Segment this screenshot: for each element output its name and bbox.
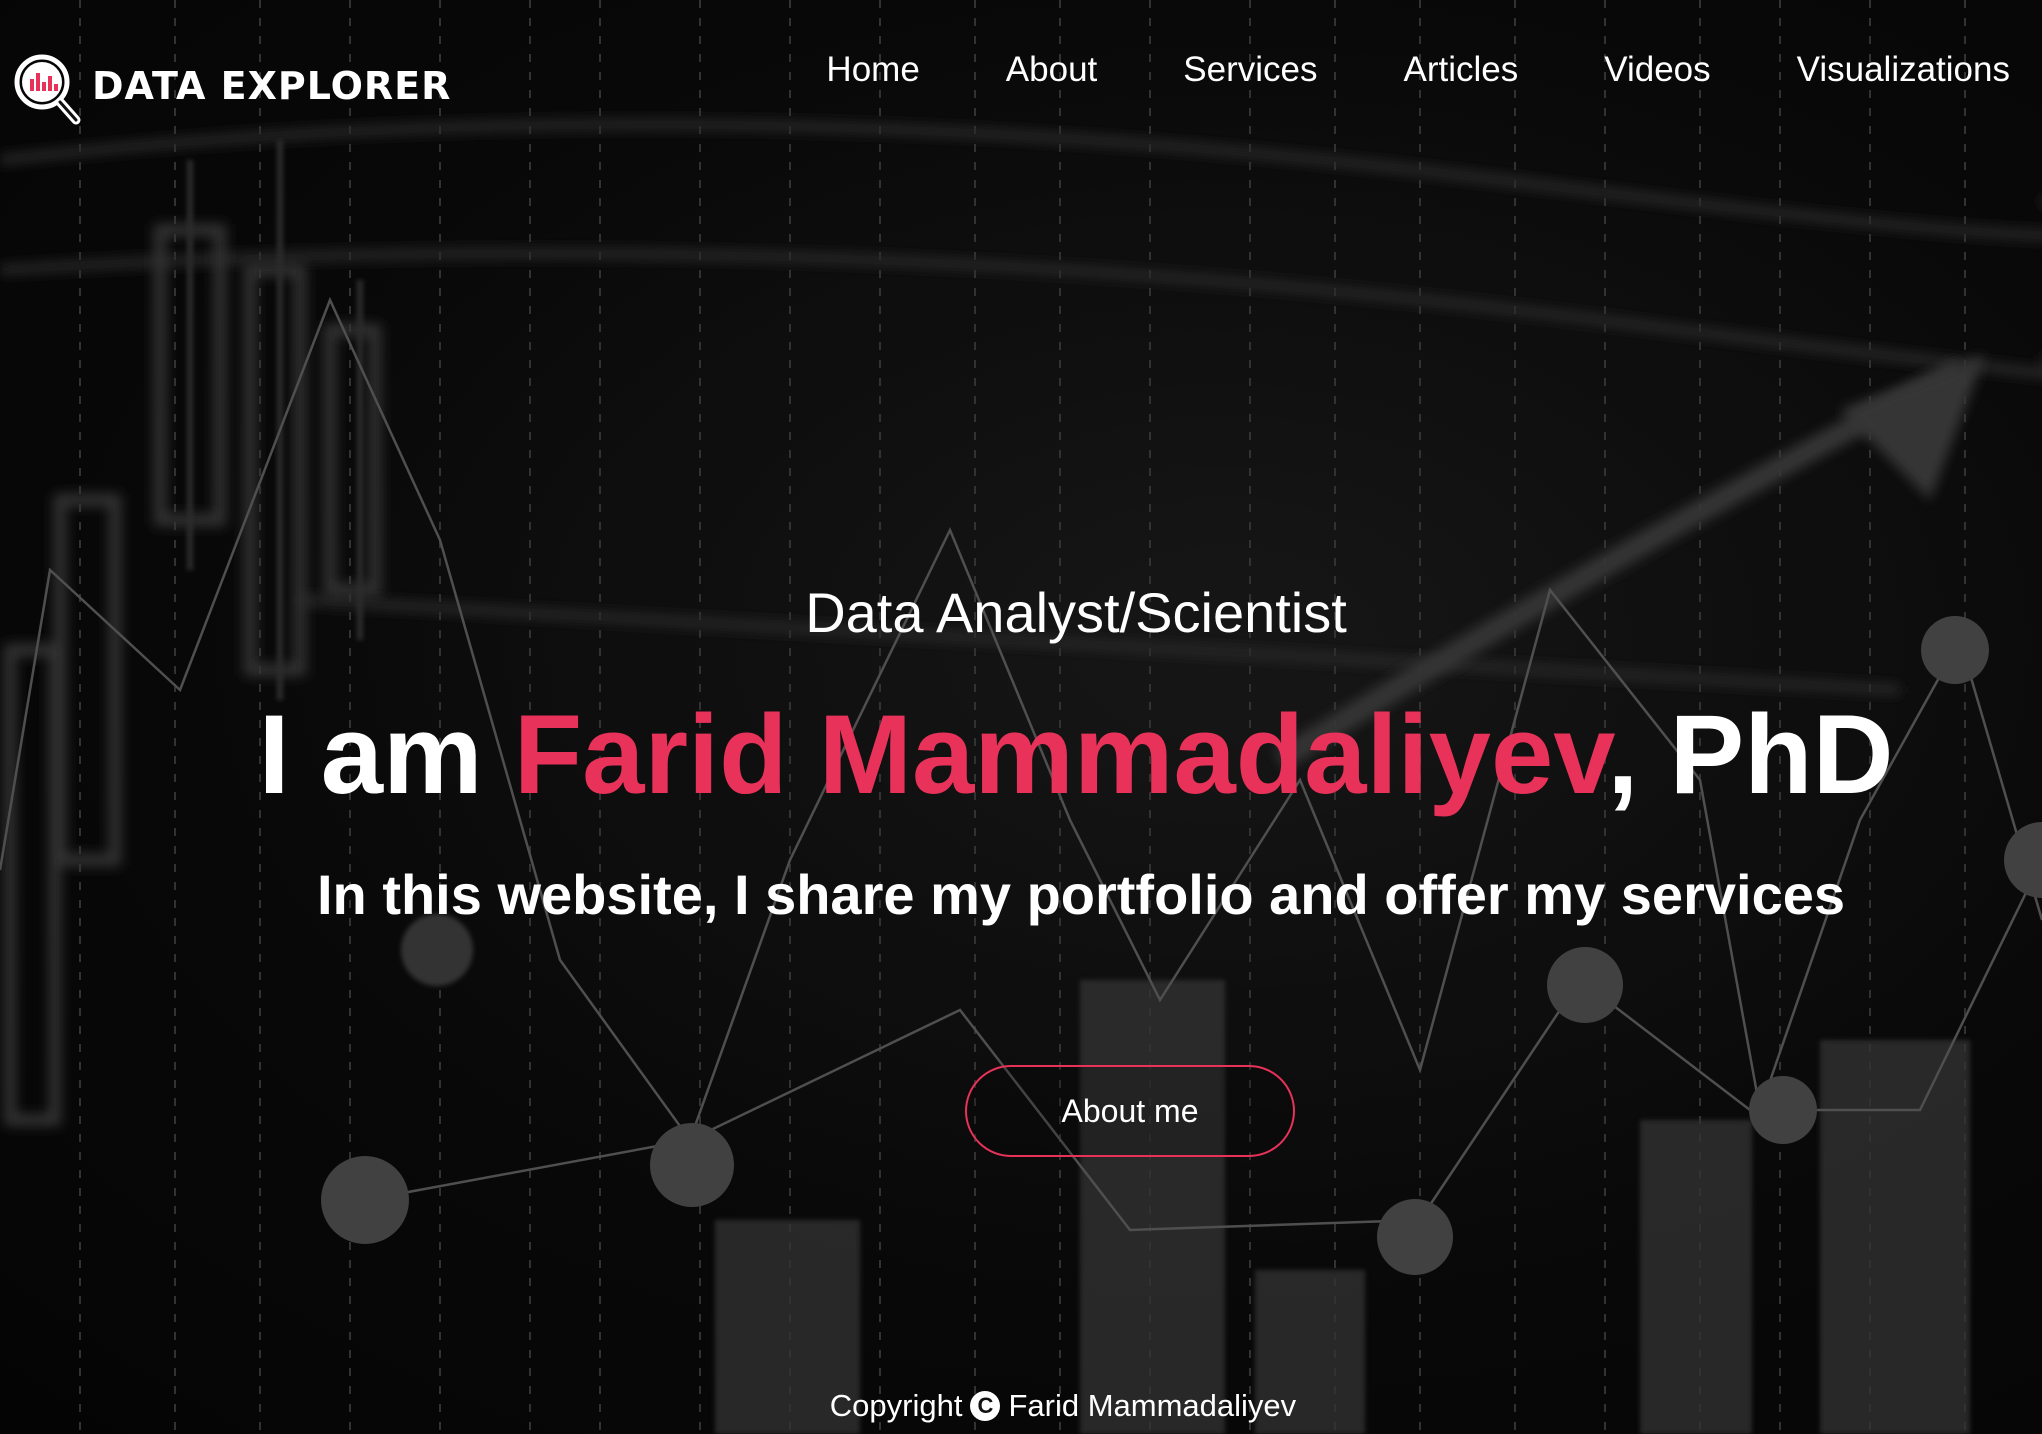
nav-item-services[interactable]: Services: [1183, 50, 1317, 90]
copyright-icon: C: [970, 1390, 1001, 1421]
hero-headline: I am Farid Mammadaliyev, PhD: [110, 690, 2042, 819]
nav-item-visualizations[interactable]: Visualizations: [1797, 50, 2010, 90]
main-nav: Home About Services Articles Videos Visu…: [740, 50, 2010, 90]
headline-name: Farid Mammadaliyev: [513, 692, 1608, 817]
nav-item-articles[interactable]: Articles: [1403, 50, 1518, 90]
nav-item-home[interactable]: Home: [826, 50, 919, 90]
hero-subtitle: Data Analyst/Scientist: [805, 581, 1347, 644]
site-logo[interactable]: DATA EXPLORER: [12, 52, 451, 128]
copyright-label: Copyright: [829, 1388, 963, 1423]
hero-tagline: In this website, I share my portfolio an…: [317, 863, 1845, 926]
landing-page: DATA EXPLORER Home About Services Articl…: [0, 0, 2042, 1434]
headline-suffix: , PhD: [1607, 692, 1894, 817]
headline-prefix: I am: [258, 692, 514, 817]
logo-text: DATA EXPLORER: [92, 64, 452, 108]
nav-item-videos[interactable]: Videos: [1604, 50, 1710, 90]
nav-item-about[interactable]: About: [1006, 50, 1097, 90]
magnifier-chart-icon: [14, 54, 81, 125]
copyright-owner: Farid Mammadaliyev: [1008, 1388, 1297, 1423]
about-me-button[interactable]: About me: [965, 1065, 1295, 1157]
footer-copyright: Copyright C Farid Mammadaliyev: [0, 1388, 2042, 1424]
